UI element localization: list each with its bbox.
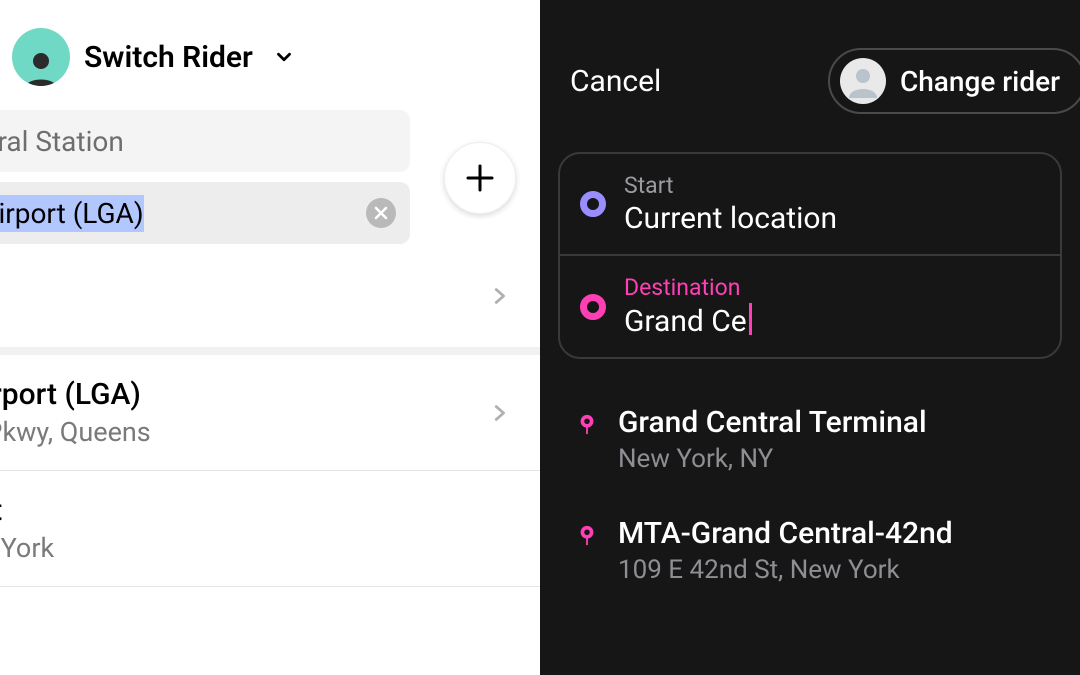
start-ring-icon <box>580 191 606 217</box>
destination-ring-icon <box>580 294 606 320</box>
pickup-input[interactable]: entral Station <box>0 110 410 172</box>
cancel-button[interactable]: Cancel <box>570 64 661 99</box>
avatar-icon <box>840 58 886 104</box>
destination-input[interactable]: a Airport (LGA) <box>0 182 410 244</box>
chevron-right-icon <box>488 398 510 428</box>
result-title: a Airport (LGA) <box>0 377 151 412</box>
start-value: Current location <box>624 201 837 236</box>
saved-places-row[interactable]: ces <box>0 244 540 355</box>
change-rider-button[interactable]: Change rider <box>828 48 1080 114</box>
destination-input[interactable]: Destination Grand Ce <box>560 254 1060 357</box>
location-inputs: entral Station a Airport (LGA) <box>0 110 540 244</box>
add-stop-button[interactable] <box>444 142 516 214</box>
pickup-value: entral Station <box>0 125 124 158</box>
location-pin-icon <box>576 524 598 546</box>
lyft-panel: Cancel Change rider Start Current locati… <box>540 0 1080 675</box>
suggestion-subtitle: 109 E 42nd St, New York <box>618 555 953 585</box>
text-cursor-icon <box>749 303 752 335</box>
clear-icon[interactable] <box>366 198 396 228</box>
chevron-down-icon <box>273 46 295 68</box>
destination-value: Grand Ce <box>624 304 747 339</box>
uber-panel: Switch Rider entral Station a Airport (L… <box>0 0 540 675</box>
suggestion-row[interactable]: Grand Central Terminal New York, NY <box>540 387 1080 498</box>
destination-value: a Airport (LGA) <box>0 195 144 232</box>
destination-label: Destination <box>624 274 752 301</box>
chevron-right-icon <box>488 281 510 311</box>
result-subtitle: tral Pkwy, Queens <box>0 416 151 448</box>
suggestion-row[interactable]: MTA-Grand Central-42nd 109 E 42nd St, Ne… <box>540 498 1080 609</box>
suggestion-subtitle: New York, NY <box>618 444 927 474</box>
result-subtitle: New York <box>0 532 54 564</box>
plus-icon <box>462 160 498 196</box>
location-pin-icon <box>576 413 598 435</box>
suggestion-title: Grand Central Terminal <box>618 405 927 440</box>
switch-rider-label: Switch Rider <box>84 40 253 75</box>
start-label: Start <box>624 172 837 199</box>
change-rider-label: Change rider <box>900 65 1060 98</box>
search-result-row[interactable]: th St New York <box>0 471 540 587</box>
suggestion-title: MTA-Grand Central-42nd <box>618 516 953 551</box>
start-input[interactable]: Start Current location <box>560 154 1060 254</box>
avatar-icon <box>12 28 70 86</box>
result-title: th St <box>0 493 54 528</box>
search-result-row[interactable]: a Airport (LGA) tral Pkwy, Queens <box>0 355 540 471</box>
switch-rider-button[interactable]: Switch Rider <box>0 0 540 110</box>
route-input-box: Start Current location Destination Grand… <box>558 152 1062 359</box>
suggestion-list: Grand Central Terminal New York, NY MTA-… <box>540 387 1080 609</box>
